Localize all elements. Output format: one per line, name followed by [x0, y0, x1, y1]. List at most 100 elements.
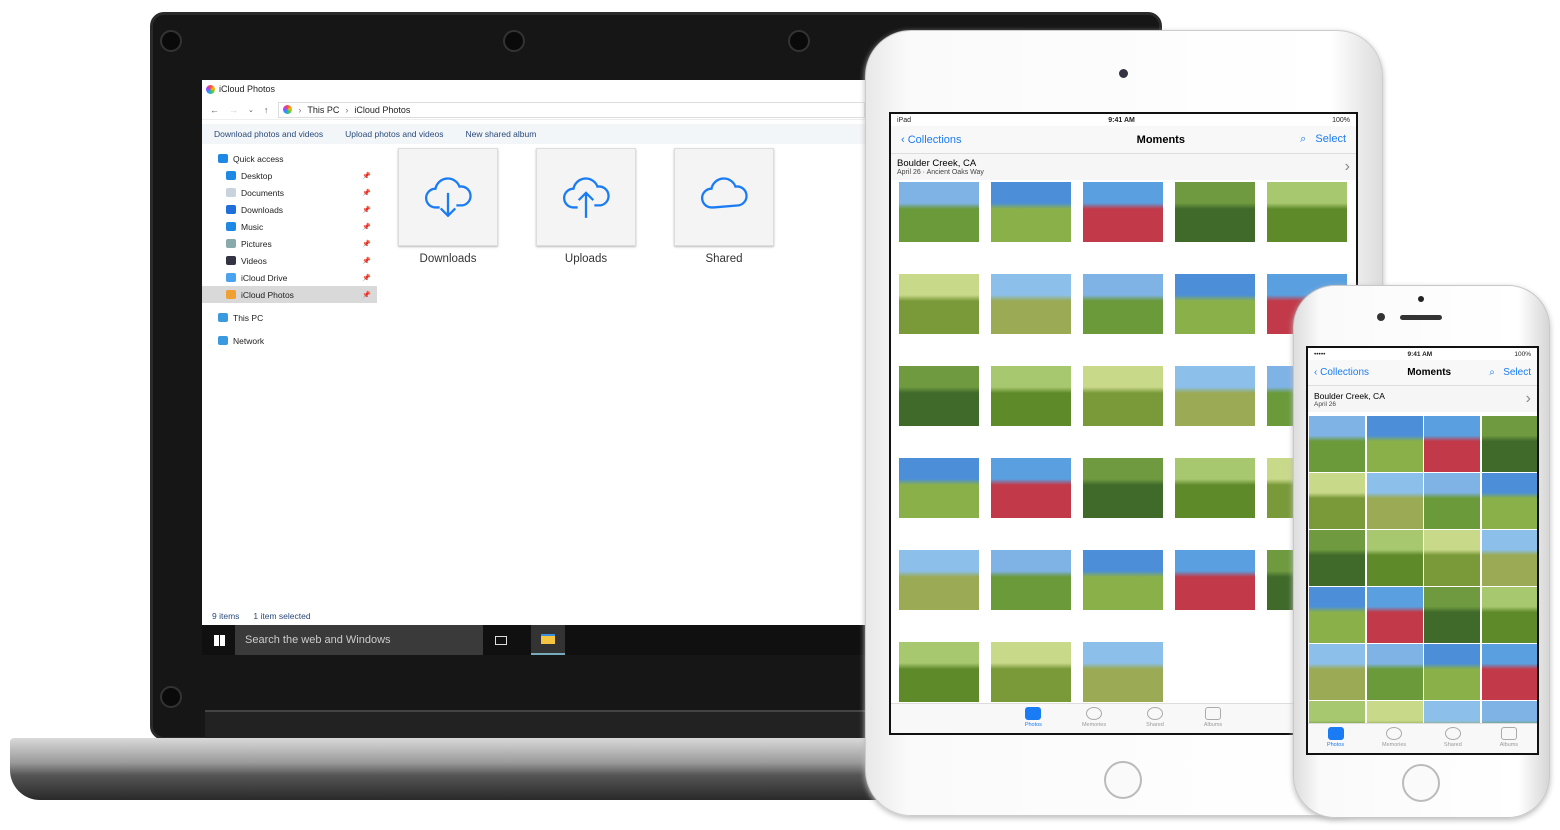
nav-item[interactable]: Music 📌 — [202, 218, 377, 235]
photo-thumbnail[interactable] — [1309, 644, 1365, 700]
photo-thumbnail[interactable] — [1481, 587, 1537, 643]
tab-photos[interactable]: Photos — [1025, 707, 1042, 733]
photo-thumbnail[interactable] — [1424, 473, 1480, 529]
photo-thumbnail[interactable] — [1083, 550, 1163, 610]
photo-thumbnail[interactable] — [1481, 416, 1537, 472]
photo-thumbnail[interactable] — [899, 366, 979, 426]
photo-thumbnail[interactable] — [899, 550, 979, 610]
nav-item[interactable]: Quick access — [202, 150, 377, 167]
photo-thumbnail[interactable] — [1366, 473, 1423, 529]
photo-thumbnail[interactable] — [1481, 530, 1537, 586]
photo-thumbnail[interactable] — [1366, 587, 1423, 643]
folder-downloads[interactable]: Downloads — [398, 148, 498, 265]
folder-uploads[interactable]: Uploads — [536, 148, 636, 265]
photo-thumbnail[interactable] — [1083, 366, 1163, 426]
nav-item[interactable]: iCloud Drive 📌 — [202, 269, 377, 286]
search-icon[interactable]: ⌕ — [1489, 367, 1495, 378]
photo-thumbnail[interactable] — [1366, 530, 1423, 586]
moment-header[interactable]: Boulder Creek, CA April 26 · Ancient Oaks… — [891, 154, 1356, 180]
photo-thumbnail[interactable] — [899, 458, 979, 518]
photo-thumbnail[interactable] — [899, 642, 979, 702]
photo-thumbnail[interactable] — [1083, 274, 1163, 334]
photo-thumbnail[interactable] — [1424, 644, 1480, 700]
cloud-icon — [700, 177, 748, 209]
photo-thumbnail[interactable] — [991, 274, 1071, 334]
up-arrow-icon[interactable]: ↑ — [264, 105, 269, 115]
taskbar-search-input[interactable]: Search the web and Windows — [235, 625, 483, 655]
photo-thumbnail[interactable] — [1366, 644, 1423, 700]
photo-thumbnail[interactable] — [899, 182, 979, 242]
photo-thumbnail[interactable] — [1481, 644, 1537, 700]
nav-item-label: Music — [241, 221, 264, 232]
tab-photos[interactable]: Photos — [1327, 727, 1344, 753]
select-button[interactable]: Select — [1315, 133, 1346, 145]
photo-thumbnail[interactable] — [1175, 550, 1255, 610]
folder-shared[interactable]: Shared — [674, 148, 774, 265]
earpiece — [1400, 315, 1442, 320]
photo-thumbnail[interactable] — [1309, 473, 1365, 529]
nav-item[interactable]: Videos 📌 — [202, 252, 377, 269]
collections-back-button[interactable]: ‹ Collections — [901, 134, 962, 146]
photo-thumbnail[interactable] — [1424, 530, 1480, 586]
collections-back-button[interactable]: ‹ Collections — [1314, 367, 1369, 378]
tab-memories[interactable]: Memories — [1082, 707, 1106, 733]
address-bar[interactable]: › This PC › iCloud Photos — [278, 101, 865, 118]
nav-item[interactable]: Network — [202, 332, 377, 349]
tab-albums[interactable]: Albums — [1500, 727, 1518, 753]
photo-thumbnail[interactable] — [1175, 366, 1255, 426]
photo-thumbnail[interactable] — [1083, 642, 1163, 702]
photos-icon — [206, 84, 215, 94]
nav-item[interactable]: Desktop 📌 — [202, 167, 377, 184]
file-explorer-taskbar-icon[interactable] — [531, 625, 565, 655]
new-shared-album-button[interactable]: New shared album — [465, 129, 536, 139]
chevron-down-icon[interactable]: ⌄ — [248, 106, 254, 114]
search-icon[interactable]: ⌕ — [1300, 133, 1306, 145]
photo-thumbnail[interactable] — [1309, 587, 1365, 643]
tab-memories[interactable]: Memories — [1382, 727, 1406, 753]
windows-start-icon[interactable] — [214, 635, 225, 646]
tab-shared[interactable]: Shared — [1444, 727, 1462, 753]
nav-item[interactable]: iCloud Photos 📌 — [202, 286, 377, 303]
moment-header[interactable]: Boulder Creek, CA April 26 › — [1308, 386, 1537, 412]
photo-thumbnail[interactable] — [991, 642, 1071, 702]
photo-thumbnail[interactable] — [1267, 182, 1347, 242]
photo-thumbnail[interactable] — [1481, 473, 1537, 529]
nav-item[interactable]: Documents 📌 — [202, 184, 377, 201]
breadcrumb-item[interactable]: This PC — [307, 105, 339, 115]
nav-item-label: iCloud Photos — [241, 289, 294, 300]
select-button[interactable]: Select — [1503, 367, 1531, 378]
back-label: Collections — [1320, 367, 1370, 378]
photo-thumbnail[interactable] — [1175, 182, 1255, 242]
back-arrow-icon[interactable]: ← — [210, 105, 219, 115]
pin-icon: 📌 — [362, 223, 371, 231]
iphone-home-button[interactable] — [1402, 764, 1440, 802]
ipad-home-button[interactable] — [1104, 761, 1142, 799]
task-view-icon[interactable] — [495, 635, 507, 645]
photo-thumbnail[interactable] — [991, 550, 1071, 610]
download-photos-button[interactable]: Download photos and videos — [214, 129, 323, 139]
photo-thumbnail[interactable] — [1424, 587, 1480, 643]
folder-label: Shared — [705, 253, 743, 265]
nav-item[interactable]: This PC — [202, 309, 377, 326]
nav-item[interactable]: Downloads 📌 — [202, 201, 377, 218]
nav-item[interactable]: Pictures 📌 — [202, 235, 377, 252]
photo-thumbnail[interactable] — [1424, 416, 1480, 472]
photo-thumbnail[interactable] — [1083, 182, 1163, 242]
breadcrumb-item[interactable]: iCloud Photos — [354, 105, 410, 115]
photo-thumbnail[interactable] — [1175, 274, 1255, 334]
upload-photos-button[interactable]: Upload photos and videos — [345, 129, 443, 139]
tab-albums[interactable]: Albums — [1204, 707, 1222, 733]
nav-item-label: Documents — [241, 187, 284, 198]
forward-arrow-icon[interactable]: → — [229, 105, 238, 115]
photo-thumbnail[interactable] — [1366, 416, 1423, 472]
photo-thumbnail[interactable] — [991, 458, 1071, 518]
photo-thumbnail[interactable] — [1309, 416, 1365, 472]
photo-thumbnail[interactable] — [991, 366, 1071, 426]
pin-icon: 📌 — [362, 291, 371, 299]
photo-thumbnail[interactable] — [991, 182, 1071, 242]
photo-thumbnail[interactable] — [899, 274, 979, 334]
photo-thumbnail[interactable] — [1175, 458, 1255, 518]
photo-thumbnail[interactable] — [1309, 530, 1365, 586]
photo-thumbnail[interactable] — [1083, 458, 1163, 518]
tab-shared[interactable]: Shared — [1146, 707, 1164, 733]
